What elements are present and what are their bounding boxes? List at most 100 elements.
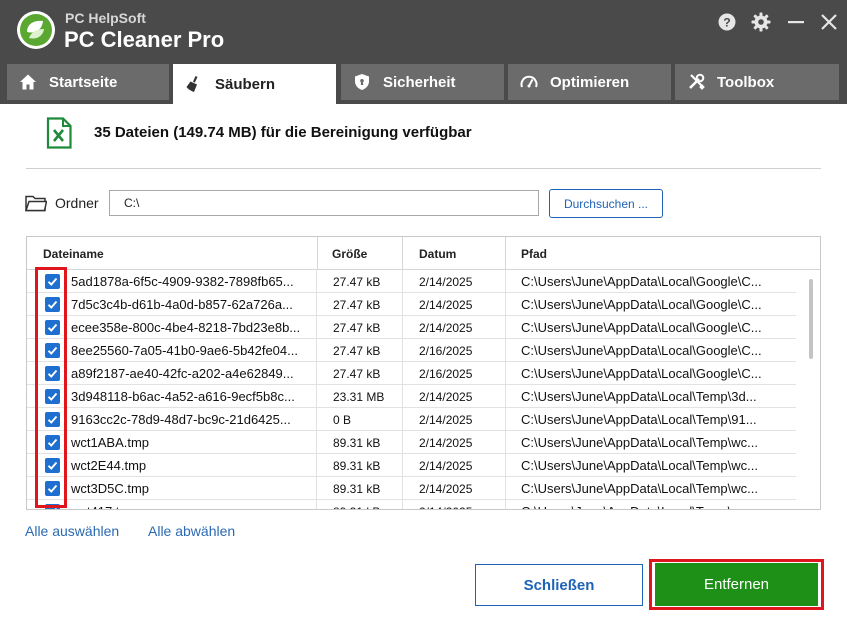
row-filename: wct2E44.tmp bbox=[71, 454, 317, 477]
row-checkbox[interactable] bbox=[44, 458, 60, 473]
remove-button[interactable]: Entfernen bbox=[655, 563, 818, 606]
row-size: 89.31 kB bbox=[318, 500, 403, 509]
table-header: Dateiname Größe Datum Pfad bbox=[27, 237, 820, 270]
deselect-all-link[interactable]: Alle abwählen bbox=[148, 523, 235, 539]
row-path: C:\Users\June\AppData\Local\Google\C... bbox=[521, 366, 762, 381]
row-filename: 7d5c3c4b-d61b-4a0d-b857-62a726a... bbox=[71, 293, 317, 316]
row-filename: a89f2187-ae40-42fc-a202-a4e62849... bbox=[71, 362, 317, 385]
row-size: 0 B bbox=[318, 408, 403, 431]
svg-text:?: ? bbox=[723, 16, 730, 30]
row-checkbox[interactable] bbox=[44, 435, 60, 450]
close-icon[interactable] bbox=[816, 9, 842, 35]
table-row[interactable]: 8ee25560-7a05-41b0-9ae6-5b42fe04... 27.47… bbox=[27, 339, 796, 362]
row-checkbox[interactable] bbox=[44, 274, 60, 289]
table-scrollbar[interactable] bbox=[804, 279, 814, 501]
checkmark-icon bbox=[54, 507, 57, 509]
row-path: C:\Users\June\AppData\Local\Temp\wc... bbox=[506, 500, 796, 509]
checkmark-icon bbox=[47, 300, 57, 309]
row-checkbox-cell bbox=[43, 316, 61, 339]
table-row[interactable]: 5ad1878a-6f5c-4909-9382-7898fb65... 27.47… bbox=[27, 270, 796, 293]
summary-text: 35 Dateien (149.74 MB) für die Bereinigu… bbox=[94, 124, 472, 141]
table-row[interactable]: wct2E44.tmp 89.31 kB 2/14/2025 C:\Users\Jun… bbox=[27, 454, 796, 477]
row-size: 27.47 kB bbox=[318, 339, 403, 362]
row-date: 2/14/2025 bbox=[403, 316, 506, 339]
checkmark-icon bbox=[47, 415, 57, 424]
row-checkbox-cell bbox=[43, 270, 61, 293]
row-size: 89.31 kB bbox=[318, 454, 403, 477]
select-all-link[interactable]: Alle auswählen bbox=[25, 523, 119, 539]
app-logo-icon bbox=[17, 11, 55, 49]
tab-optimieren[interactable]: Optimieren bbox=[508, 64, 671, 100]
browse-button[interactable]: Durchsuchen ... bbox=[549, 189, 663, 218]
row-path: C:\Users\June\AppData\Local\Google\C... bbox=[521, 343, 762, 358]
table-row[interactable]: wct3D5C.tmp 89.31 kB 2/14/2025 C:\Users\Jun… bbox=[27, 477, 796, 500]
divider bbox=[26, 168, 821, 169]
table-row[interactable]: a89f2187-ae40-42fc-a202-a4e62849... 27.47… bbox=[27, 362, 796, 385]
row-date: 2/14/2025 bbox=[403, 270, 506, 293]
column-header-path[interactable]: Pfad bbox=[506, 237, 796, 270]
row-filename: 9163cc2c-78d9-48d7-bc9c-21d6425... bbox=[71, 408, 317, 431]
tab-startseite[interactable]: Startseite bbox=[7, 64, 169, 100]
row-date: 2/14/2025 bbox=[403, 408, 506, 431]
row-size: 27.47 kB bbox=[318, 316, 403, 339]
row-filename: ecee358e-800c-4be4-8218-7bd23e8b... bbox=[71, 316, 317, 339]
row-checkbox[interactable] bbox=[44, 297, 60, 312]
row-checkbox[interactable] bbox=[44, 504, 60, 509]
help-icon[interactable]: ? bbox=[714, 9, 740, 35]
folder-path-input[interactable] bbox=[109, 190, 539, 216]
scrollbar-thumb[interactable] bbox=[809, 279, 813, 359]
table-row[interactable]: 7d5c3c4b-d61b-4a0d-b857-62a726a... 27.47 … bbox=[27, 293, 796, 316]
checkmark-icon bbox=[47, 323, 57, 332]
tab-label: Sicherheit bbox=[383, 73, 456, 91]
tab-toolbox[interactable]: Toolbox bbox=[675, 64, 839, 100]
folder-label: Ordner bbox=[55, 195, 99, 211]
table-row[interactable]: 9163cc2c-78d9-48d7-bc9c-21d6425... 0 B 2/1… bbox=[27, 408, 796, 431]
row-size: 27.47 kB bbox=[318, 293, 403, 316]
checkmark-icon bbox=[47, 277, 57, 286]
row-date: 2/16/2025 bbox=[403, 339, 506, 362]
row-checkbox[interactable] bbox=[44, 343, 60, 358]
column-header-date[interactable]: Datum bbox=[403, 237, 506, 270]
tab-bar: Startseite Säubern Sicherheit Optimieren… bbox=[0, 60, 847, 104]
row-checkbox-cell bbox=[43, 454, 61, 477]
row-size: 89.31 kB bbox=[318, 477, 403, 500]
row-checkbox[interactable] bbox=[44, 366, 60, 381]
row-checkbox[interactable] bbox=[44, 481, 60, 496]
tab-label: Startseite bbox=[49, 73, 118, 91]
row-checkbox-cell bbox=[43, 339, 61, 362]
row-path: C:\Users\June\AppData\Local\Temp\wc... bbox=[521, 458, 758, 473]
row-checkbox[interactable] bbox=[44, 412, 60, 427]
table-row[interactable]: wct417.tmp89.31 kB2/14/2025C:\Users\June… bbox=[27, 500, 796, 509]
row-path: C:\Users\June\AppData\Local\Google\C... bbox=[521, 297, 762, 312]
row-date: 2/14/2025 bbox=[403, 293, 506, 316]
row-date: 2/14/2025 bbox=[403, 454, 506, 477]
table-row[interactable]: ecee358e-800c-4be4-8218-7bd23e8b... 27.47… bbox=[27, 316, 796, 339]
row-filename: 8ee25560-7a05-41b0-9ae6-5b42fe04... bbox=[71, 339, 317, 362]
row-checkbox-cell bbox=[43, 500, 61, 509]
close-button[interactable]: Schließen bbox=[475, 564, 643, 606]
checkmark-icon bbox=[47, 461, 57, 470]
row-size: 27.47 kB bbox=[318, 270, 403, 293]
column-header-size[interactable]: Größe bbox=[318, 237, 403, 270]
excel-file-icon bbox=[46, 117, 72, 149]
checkmark-icon bbox=[47, 392, 57, 401]
row-checkbox[interactable] bbox=[44, 320, 60, 335]
tab-sicherheit[interactable]: Sicherheit bbox=[341, 64, 504, 100]
gear-icon[interactable] bbox=[748, 9, 774, 35]
row-checkbox-cell bbox=[43, 408, 61, 431]
tab-saeubern[interactable]: Säubern bbox=[173, 64, 336, 104]
row-checkbox[interactable] bbox=[44, 389, 60, 404]
row-size: 89.31 kB bbox=[318, 431, 403, 454]
broom-icon bbox=[185, 75, 203, 93]
title-bar: PC HelpSoft PC Cleaner Pro ? bbox=[0, 0, 847, 60]
row-checkbox-cell bbox=[43, 477, 61, 500]
column-header-filename[interactable]: Dateiname bbox=[27, 237, 318, 270]
row-date: 2/14/2025 bbox=[403, 500, 506, 509]
minimize-icon[interactable] bbox=[783, 9, 809, 35]
row-date: 2/14/2025 bbox=[403, 385, 506, 408]
table-row[interactable]: wct1ABA.tmp 89.31 kB 2/14/2025 C:\Users\Jun… bbox=[27, 431, 796, 454]
app-title: PC Cleaner Pro bbox=[64, 27, 225, 52]
table-row[interactable]: 3d948118-b6ac-4a52-a616-9ecf5b8c... 23.31… bbox=[27, 385, 796, 408]
row-path: C:\Users\June\AppData\Local\Google\C... bbox=[521, 274, 762, 289]
row-path: C:\Users\June\AppData\Local\Google\C... bbox=[521, 320, 762, 335]
